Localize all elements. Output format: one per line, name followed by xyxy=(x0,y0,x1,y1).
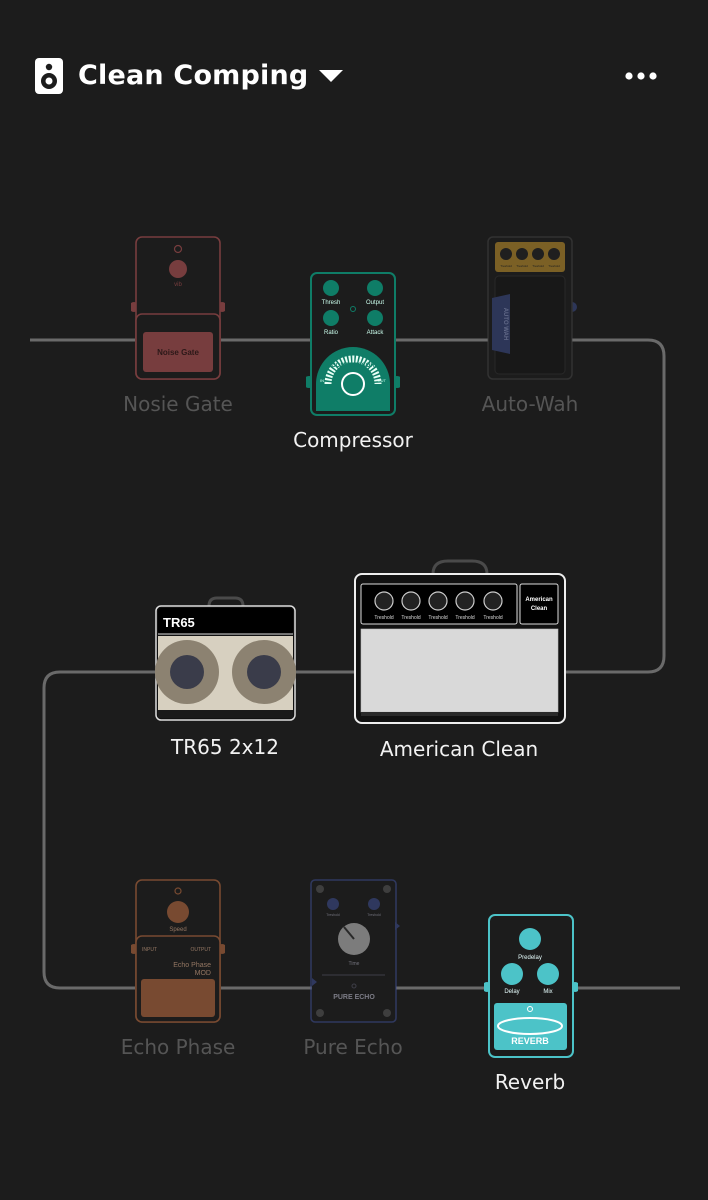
echo-phase-pedal[interactable]: Speed INPUT OUTPUT Echo Phase MOD xyxy=(131,879,225,1023)
tr65-label: TR65 2x12 xyxy=(171,735,279,759)
pure-echo-knob-label-1: Treshold xyxy=(326,913,340,917)
amp-brand-line1: American xyxy=(525,597,553,603)
auto-wah-pedal[interactable]: Treshold Treshold Treshold Treshold AUTO… xyxy=(486,236,578,380)
echo-phase-label: Echo Phase xyxy=(120,1035,236,1059)
auto-wah-knob-label-4: Treshold xyxy=(548,264,560,268)
echo-phase-input: INPUT xyxy=(142,947,157,953)
echo-phase-output: OUTPUT xyxy=(190,947,211,953)
compressor-face-text: COMPRESSOR xyxy=(331,363,375,369)
echo-phase-face-subtext: MOD xyxy=(195,970,211,977)
tr65-brand: TR65 xyxy=(163,615,195,630)
pure-echo-pedal[interactable]: Treshold Treshold Time PURE ECHO xyxy=(308,879,402,1023)
pure-echo-knob-label-2: Treshold xyxy=(367,913,381,917)
noise-gate-knob-label: vib xyxy=(174,282,182,288)
compressor-in-label: IN xyxy=(320,378,324,383)
echo-phase-knob-label: Speed xyxy=(169,927,186,933)
amp-knob-label-1: Treshold xyxy=(374,615,393,621)
compressor-out-label: OUT xyxy=(378,378,387,383)
american-clean-label: American Clean xyxy=(379,737,539,761)
pure-echo-time-label: Time xyxy=(349,961,360,967)
noise-gate-label: Nosie Gate xyxy=(123,392,233,416)
reverb-delay-label: Delay xyxy=(504,989,519,995)
noise-gate-face-text: Noise Gate xyxy=(157,348,199,357)
compressor-ratio-label: Ratio xyxy=(324,330,339,336)
reverb-pedal[interactable]: Predelay Delay Mix REVERB xyxy=(484,914,578,1060)
noise-gate-pedal[interactable]: vib Noise Gate xyxy=(131,236,225,380)
compressor-attack-label: Attack xyxy=(367,330,385,336)
auto-wah-knob-label-3: Treshold xyxy=(532,264,544,268)
auto-wah-knob-label-2: Treshold xyxy=(516,264,528,268)
reverb-label: Reverb xyxy=(494,1070,566,1094)
auto-wah-label: Auto-Wah xyxy=(481,392,579,416)
tr65-cabinet[interactable]: TR65 xyxy=(155,594,297,722)
reverb-predelay-label: Predelay xyxy=(518,955,542,961)
amp-knob-label-2: Treshold xyxy=(401,615,420,621)
pure-echo-face-text: PURE ECHO xyxy=(333,994,375,1001)
reverb-face-text: REVERB xyxy=(511,1036,549,1046)
pure-echo-label: Pure Echo xyxy=(303,1035,403,1059)
american-clean-amp[interactable]: Treshold Treshold Treshold Treshold Tres… xyxy=(353,556,567,726)
amp-knob-label-5: Treshold xyxy=(483,615,502,621)
reverb-mix-label: Mix xyxy=(543,989,552,995)
compressor-output-label: Output xyxy=(366,300,384,306)
amp-knob-label-4: Treshold xyxy=(455,615,474,621)
auto-wah-knob-label-1: Treshold xyxy=(500,264,512,268)
amp-knob-label-3: Treshold xyxy=(428,615,447,621)
amp-brand-line2: Clean xyxy=(531,606,548,612)
echo-phase-face-text: Echo Phase xyxy=(173,962,211,969)
auto-wah-face-text: AUTO WAH xyxy=(502,308,508,341)
compressor-label: Compressor xyxy=(293,428,413,452)
compressor-thresh-label: Thresh xyxy=(322,300,341,306)
compressor-pedal[interactable]: Thresh Output Ratio Attack COMPRESSOR IN… xyxy=(306,272,400,416)
